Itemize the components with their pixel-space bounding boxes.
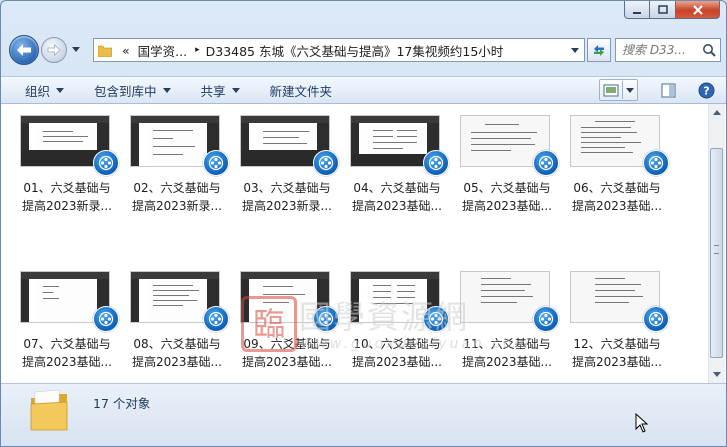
video-file-icon	[643, 150, 669, 176]
file-name: 11、六爻基础与 提高2023基础...	[462, 337, 552, 369]
mouse-cursor-icon	[635, 413, 649, 433]
refresh-icon	[594, 45, 604, 56]
chevron-down-icon	[571, 47, 579, 53]
chevron-down-icon	[72, 47, 80, 52]
breadcrumb-item-root[interactable]: 国学资...	[138, 41, 187, 60]
address-dropdown[interactable]	[566, 39, 584, 61]
forward-button[interactable]	[41, 37, 67, 63]
share-menu[interactable]: 共享	[193, 79, 248, 101]
nav-buttons	[9, 35, 81, 65]
file-name: 08、六爻基础与 提高2023基础...	[132, 337, 222, 369]
video-file-icon	[423, 306, 449, 332]
view-dropdown[interactable]	[622, 81, 637, 99]
maximize-button[interactable]	[650, 1, 676, 19]
file-name: 09、六爻基础与 提高2023基础...	[242, 337, 332, 369]
scroll-up-button[interactable]	[709, 104, 724, 121]
view-thumbnails-icon	[603, 84, 619, 96]
video-file-icon	[203, 150, 229, 176]
command-bar: 组织 包含到库中 共享 新建文件夹 ?	[1, 76, 726, 104]
include-in-library-label: 包含到库中	[94, 83, 157, 99]
vertical-scrollbar[interactable]	[708, 104, 725, 383]
video-file-icon	[533, 306, 559, 332]
arrow-left-icon	[17, 44, 31, 56]
new-folder-label: 新建文件夹	[269, 83, 333, 99]
help-button[interactable]: ?	[696, 80, 716, 100]
close-button[interactable]	[676, 1, 720, 19]
close-icon	[692, 4, 703, 15]
item-count: 17 个对象	[93, 396, 151, 411]
explorer-window: « 国学资... ▸ D33485 东城《六爻基础与提高》17集视频约15小时 …	[0, 0, 727, 447]
svg-text:?: ?	[703, 84, 709, 97]
file-list[interactable]: 01、六爻基础与 提高2023新录... 02、六爻基础与 提高2023新录... …	[1, 104, 726, 383]
preview-pane-icon	[661, 83, 675, 97]
chevron-down-icon	[626, 87, 634, 93]
video-file-icon	[93, 150, 119, 176]
video-file-icon	[643, 306, 669, 332]
breadcrumb-overflow[interactable]: «	[122, 43, 130, 58]
search-input[interactable]	[622, 43, 702, 57]
video-file-icon	[93, 306, 119, 332]
details-pane: 17 个对象	[1, 383, 726, 446]
video-file-icon	[423, 150, 449, 176]
view-icon-button[interactable]	[600, 81, 622, 99]
search-box[interactable]	[615, 38, 721, 62]
video-file-icon	[313, 306, 339, 332]
preview-pane-button[interactable]	[658, 80, 678, 100]
maximize-icon	[657, 4, 668, 14]
video-file-icon	[203, 306, 229, 332]
file-name: 01、六爻基础与 提高2023新录...	[22, 181, 112, 213]
address-bar[interactable]: « 国学资... ▸ D33485 东城《六爻基础与提高》17集视频约15小时	[93, 38, 585, 62]
recent-pages-dropdown[interactable]	[71, 47, 81, 53]
file-name: 02、六爻基础与 提高2023新录...	[132, 181, 222, 213]
chevron-up-icon	[712, 110, 721, 115]
caret-icon	[231, 87, 240, 93]
help-icon: ?	[698, 82, 714, 98]
share-label: 共享	[200, 83, 226, 99]
file-name: 07、六爻基础与 提高2023基础...	[22, 337, 112, 369]
minimize-icon	[633, 11, 641, 14]
video-file-icon	[313, 150, 339, 176]
scrollbar-thumb[interactable]	[710, 148, 723, 358]
video-file-icon	[533, 150, 559, 176]
new-folder-button[interactable]: 新建文件夹	[262, 79, 341, 101]
caret-icon	[162, 87, 171, 93]
caret-icon	[56, 87, 65, 93]
back-button[interactable]	[9, 35, 39, 65]
file-name: 12、六爻基础与 提高2023基础...	[572, 337, 662, 369]
breadcrumb-item-current[interactable]: D33485 东城《六爻基础与提高》17集视频约15小时	[206, 41, 504, 60]
file-name: 06、六爻基础与 提高2023基础...	[572, 181, 662, 213]
file-name: 04、六爻基础与 提高2023基础...	[352, 181, 442, 213]
file-name: 05、六爻基础与 提高2023基础...	[462, 181, 552, 213]
caption-buttons	[624, 1, 720, 19]
include-in-library-menu[interactable]: 包含到库中	[86, 79, 179, 101]
breadcrumb-separator[interactable]: ▸	[195, 45, 200, 55]
folder-large-icon	[30, 389, 68, 431]
chevron-down-icon	[712, 372, 721, 377]
scroll-down-button[interactable]	[709, 366, 724, 383]
organize-menu[interactable]: 组织	[17, 79, 72, 101]
folder-icon	[98, 45, 112, 57]
organize-label: 组织	[25, 83, 51, 99]
minimize-button[interactable]	[624, 1, 650, 19]
search-icon[interactable]	[702, 43, 716, 57]
file-name: 10、六爻基础与 提高2023基础...	[352, 337, 442, 369]
refresh-button[interactable]	[587, 38, 611, 62]
change-view-button[interactable]	[599, 79, 638, 101]
arrow-right-icon	[47, 44, 61, 56]
toolbar-right: ?	[599, 79, 726, 101]
file-name: 03、六爻基础与 提高2023新录...	[242, 181, 332, 213]
